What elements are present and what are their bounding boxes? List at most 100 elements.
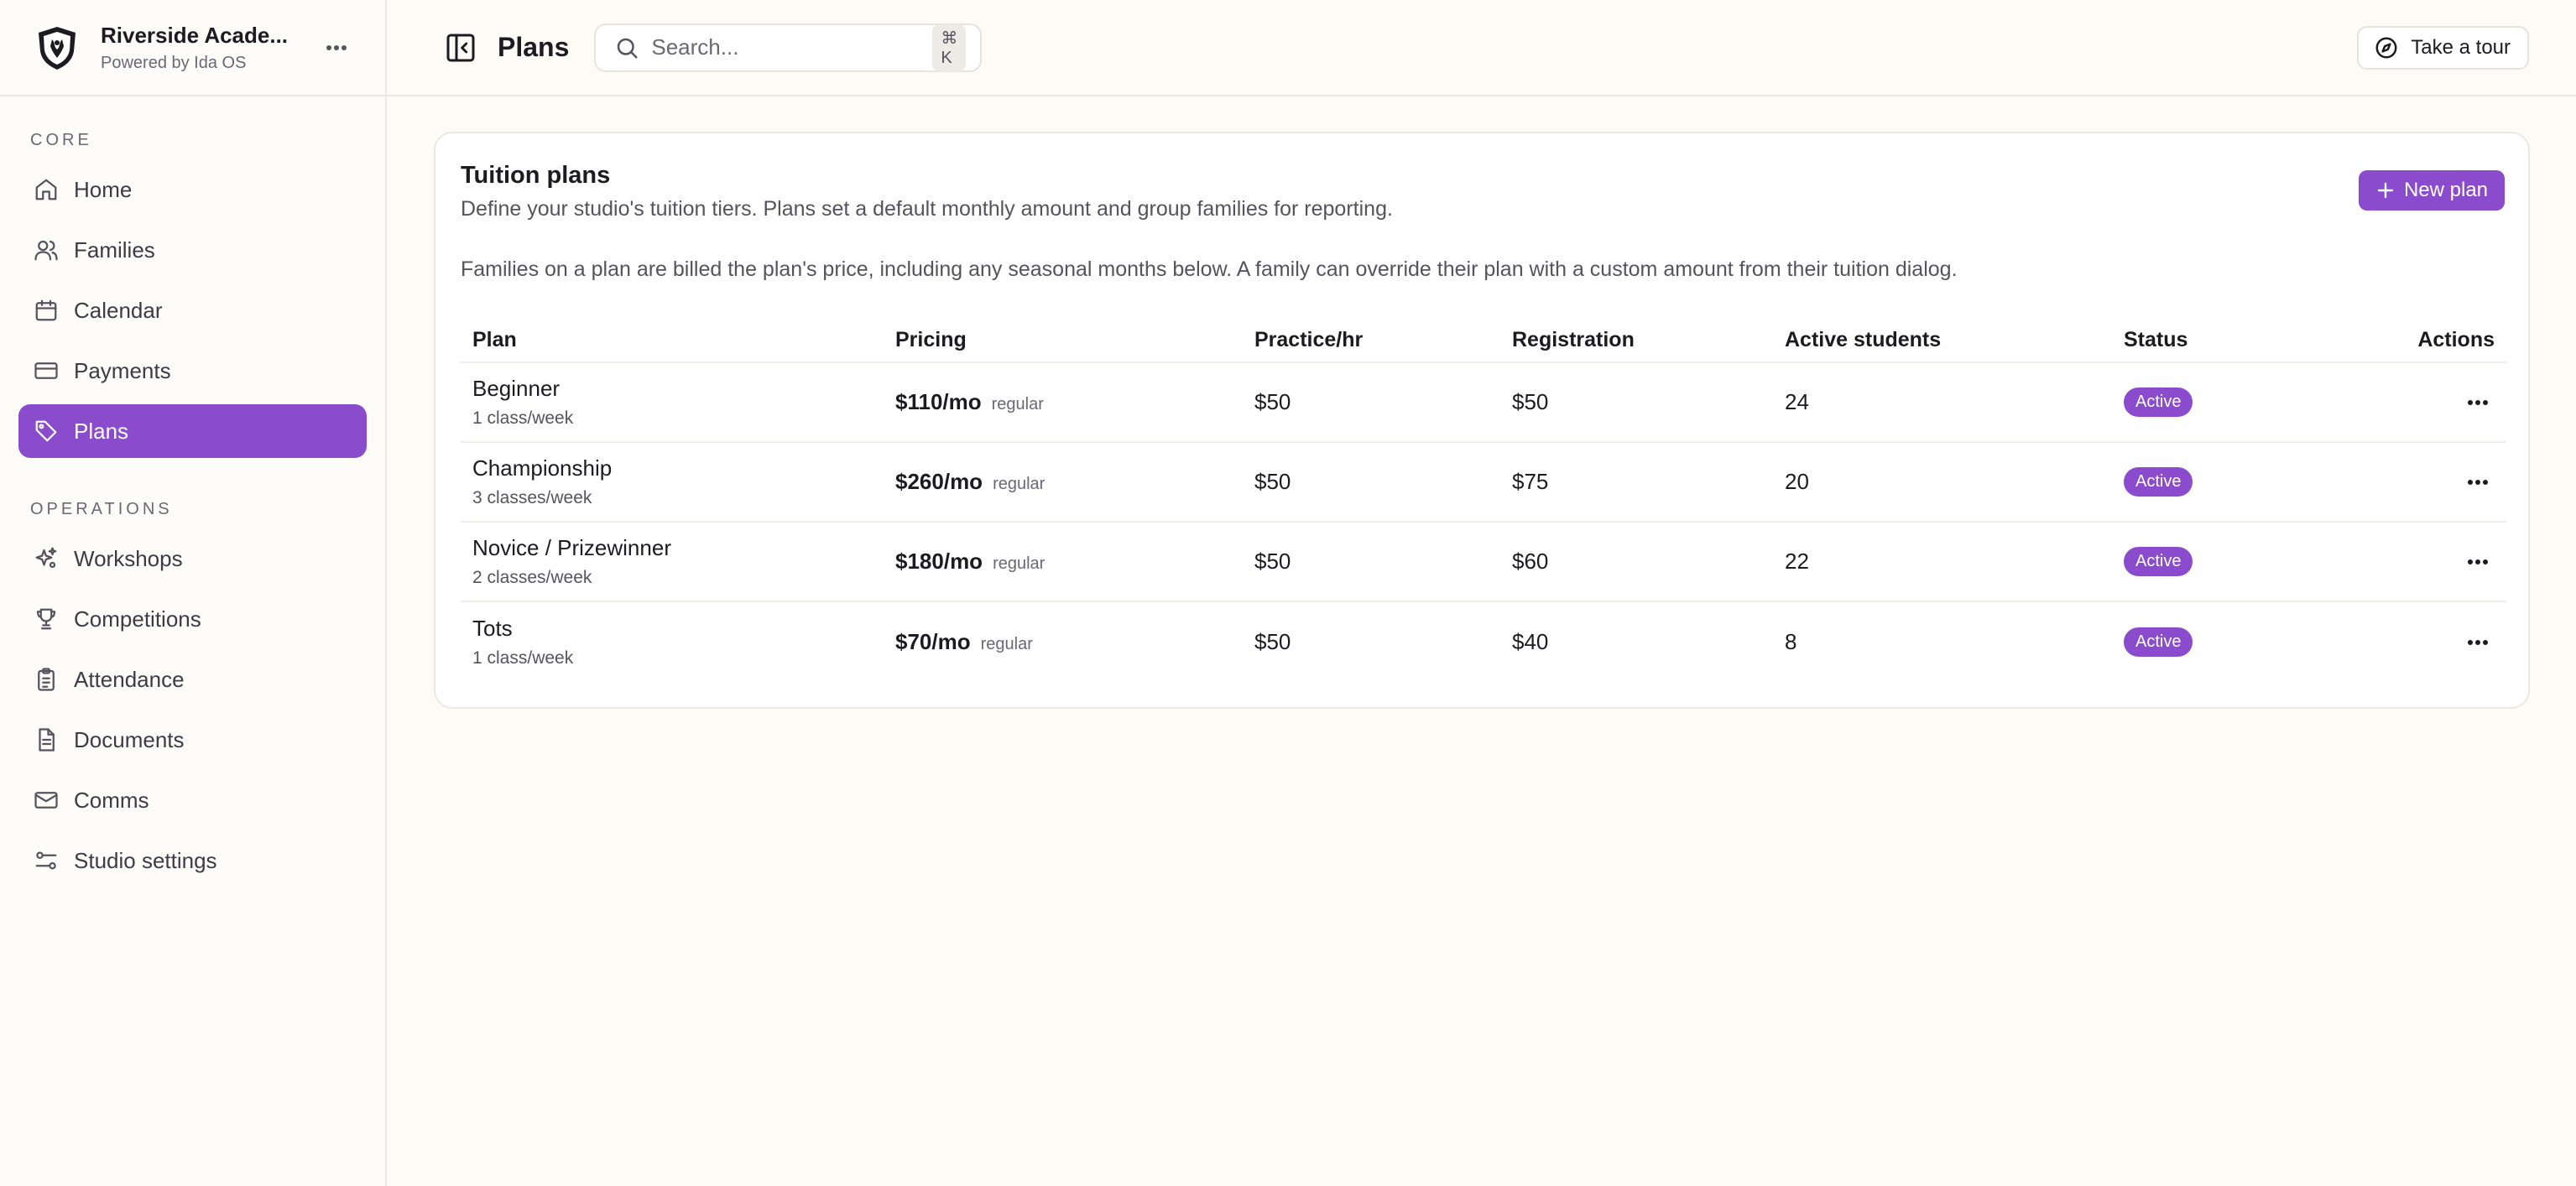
sparkles-icon [34, 546, 59, 571]
sidebar: Riverside Acade... Powered by Ida OS COR… [0, 0, 387, 1186]
registration-fee: $60 [1512, 549, 1549, 574]
tuition-plans-card: Tuition plans Define your studio's tuiti… [434, 132, 2530, 709]
sidebar-item-home[interactable]: Home [18, 163, 367, 216]
plus-icon [2375, 180, 2396, 200]
settings-sliders-icon [34, 848, 59, 873]
price-type: regular [980, 635, 1033, 653]
plan-frequency: 1 class/week [472, 648, 574, 668]
brand-subtitle: Powered by Ida OS [101, 53, 247, 72]
sidebar-item-attendance[interactable]: Attendance [18, 653, 367, 706]
practice-rate: $50 [1254, 549, 1291, 574]
new-plan-button[interactable]: New plan [2359, 170, 2505, 211]
status-badge: Active [2124, 547, 2193, 576]
column-header-pricing[interactable]: Pricing [895, 328, 1254, 352]
column-header-status[interactable]: Status [2124, 328, 2375, 352]
brand-name: Riverside Acade... [101, 22, 289, 48]
column-header-plan[interactable]: Plan [461, 328, 895, 352]
active-students-count: 22 [1785, 549, 1809, 574]
compass-icon [2374, 35, 2399, 60]
clipboard-icon [34, 667, 59, 692]
more-horizontal-icon[interactable] [2461, 626, 2495, 659]
more-horizontal-icon[interactable] [2461, 386, 2495, 419]
plan-frequency: 2 classes/week [472, 568, 592, 587]
registration-fee: $40 [1512, 629, 1549, 654]
more-horizontal-icon[interactable] [318, 29, 355, 66]
sidebar-item-payments[interactable]: Payments [18, 344, 367, 398]
section-label-operations: OPERATIONS [30, 500, 173, 518]
sidebar-item-label: Documents [74, 726, 185, 752]
search-icon [614, 35, 639, 60]
active-students-count: 8 [1785, 629, 1797, 654]
sidebar-item-label: Attendance [74, 666, 185, 692]
new-plan-label: New plan [2403, 179, 2489, 201]
sidebar-item-label: Payments [74, 357, 171, 383]
sidebar-item-label: Plans [74, 418, 129, 444]
table-header-row: Plan Pricing Practice/hr Registration Ac… [461, 318, 2506, 363]
sidebar-item-plans[interactable]: Plans [18, 404, 367, 458]
search-input[interactable] [651, 34, 933, 60]
sidebar-toggle-icon[interactable] [444, 31, 477, 65]
plan-name: Tots [472, 616, 513, 641]
sidebar-item-label: Competitions [74, 606, 201, 632]
plan-frequency: 1 class/week [472, 408, 574, 428]
plan-name: Championship [472, 455, 613, 481]
sidebar-item-studio-settings[interactable]: Studio settings [18, 834, 367, 887]
card-note: Families on a plan are billed the plan's… [461, 257, 1958, 281]
sidebar-item-label: Home [74, 176, 133, 202]
table-row[interactable]: Novice / Prizewinner 2 classes/week $180… [461, 523, 2506, 602]
home-icon [34, 177, 59, 202]
sidebar-item-competitions[interactable]: Competitions [18, 592, 367, 646]
sidebar-item-label: Studio settings [74, 847, 217, 873]
practice-rate: $50 [1254, 389, 1291, 414]
more-horizontal-icon[interactable] [2461, 545, 2495, 579]
document-icon [34, 727, 59, 752]
active-students-count: 20 [1785, 469, 1809, 494]
tag-icon [34, 419, 59, 444]
sidebar-item-calendar[interactable]: Calendar [18, 283, 367, 337]
more-horizontal-icon[interactable] [2461, 466, 2495, 499]
column-header-actions: Actions [2417, 327, 2495, 351]
mail-icon [34, 788, 59, 813]
column-header-registration[interactable]: Registration [1512, 328, 1785, 352]
sidebar-item-label: Comms [74, 787, 149, 813]
table-row[interactable]: Championship 3 classes/week $260/mo regul… [461, 443, 2506, 523]
column-header-active-students[interactable]: Active students [1785, 328, 2124, 352]
nav-core: Home Families Calendar Payments Plans [0, 163, 385, 458]
registration-fee: $75 [1512, 469, 1549, 494]
active-students-count: 24 [1785, 389, 1809, 414]
plan-price: $180/mo [895, 549, 983, 574]
plan-name: Novice / Prizewinner [472, 535, 671, 560]
practice-rate: $50 [1254, 469, 1291, 494]
sidebar-item-label: Workshops [74, 545, 183, 571]
take-tour-button[interactable]: Take a tour [2357, 26, 2529, 70]
sidebar-item-workshops[interactable]: Workshops [18, 532, 367, 585]
sidebar-item-comms[interactable]: Comms [18, 773, 367, 827]
status-badge: Active [2124, 388, 2193, 417]
take-tour-label: Take a tour [2411, 36, 2511, 59]
top-header: Plans ⌘ K Take a tour [387, 0, 2576, 96]
sidebar-item-label: Calendar [74, 297, 163, 323]
column-header-practice[interactable]: Practice/hr [1254, 328, 1512, 352]
table-row[interactable]: Beginner 1 class/week $110/mo regular $50… [461, 363, 2506, 443]
nav-operations: Workshops Competitions Attendance Docume… [0, 532, 385, 887]
status-badge: Active [2124, 467, 2193, 497]
brand-header: Riverside Acade... Powered by Ida OS [0, 0, 385, 96]
card-title: Tuition plans [461, 162, 611, 189]
sidebar-item-label: Families [74, 237, 155, 263]
plan-name: Beginner [472, 376, 561, 401]
price-type: regular [993, 554, 1046, 573]
sidebar-item-families[interactable]: Families [18, 223, 367, 277]
search-box[interactable]: ⌘ K [594, 23, 983, 72]
credit-card-icon [34, 358, 59, 383]
page-title: Plans [498, 32, 570, 62]
shield-logo-icon [34, 24, 81, 71]
status-badge: Active [2124, 627, 2193, 657]
price-type: regular [993, 475, 1046, 493]
plans-table: Plan Pricing Practice/hr Registration Ac… [461, 318, 2506, 682]
plan-frequency: 3 classes/week [472, 488, 592, 507]
sidebar-item-documents[interactable]: Documents [18, 713, 367, 767]
plan-price: $70/mo [895, 629, 971, 654]
section-label-core: CORE [30, 131, 92, 149]
search-shortcut-badge: ⌘ K [932, 23, 967, 71]
table-row[interactable]: Tots 1 class/week $70/mo regular $50 $40 … [461, 602, 2506, 682]
